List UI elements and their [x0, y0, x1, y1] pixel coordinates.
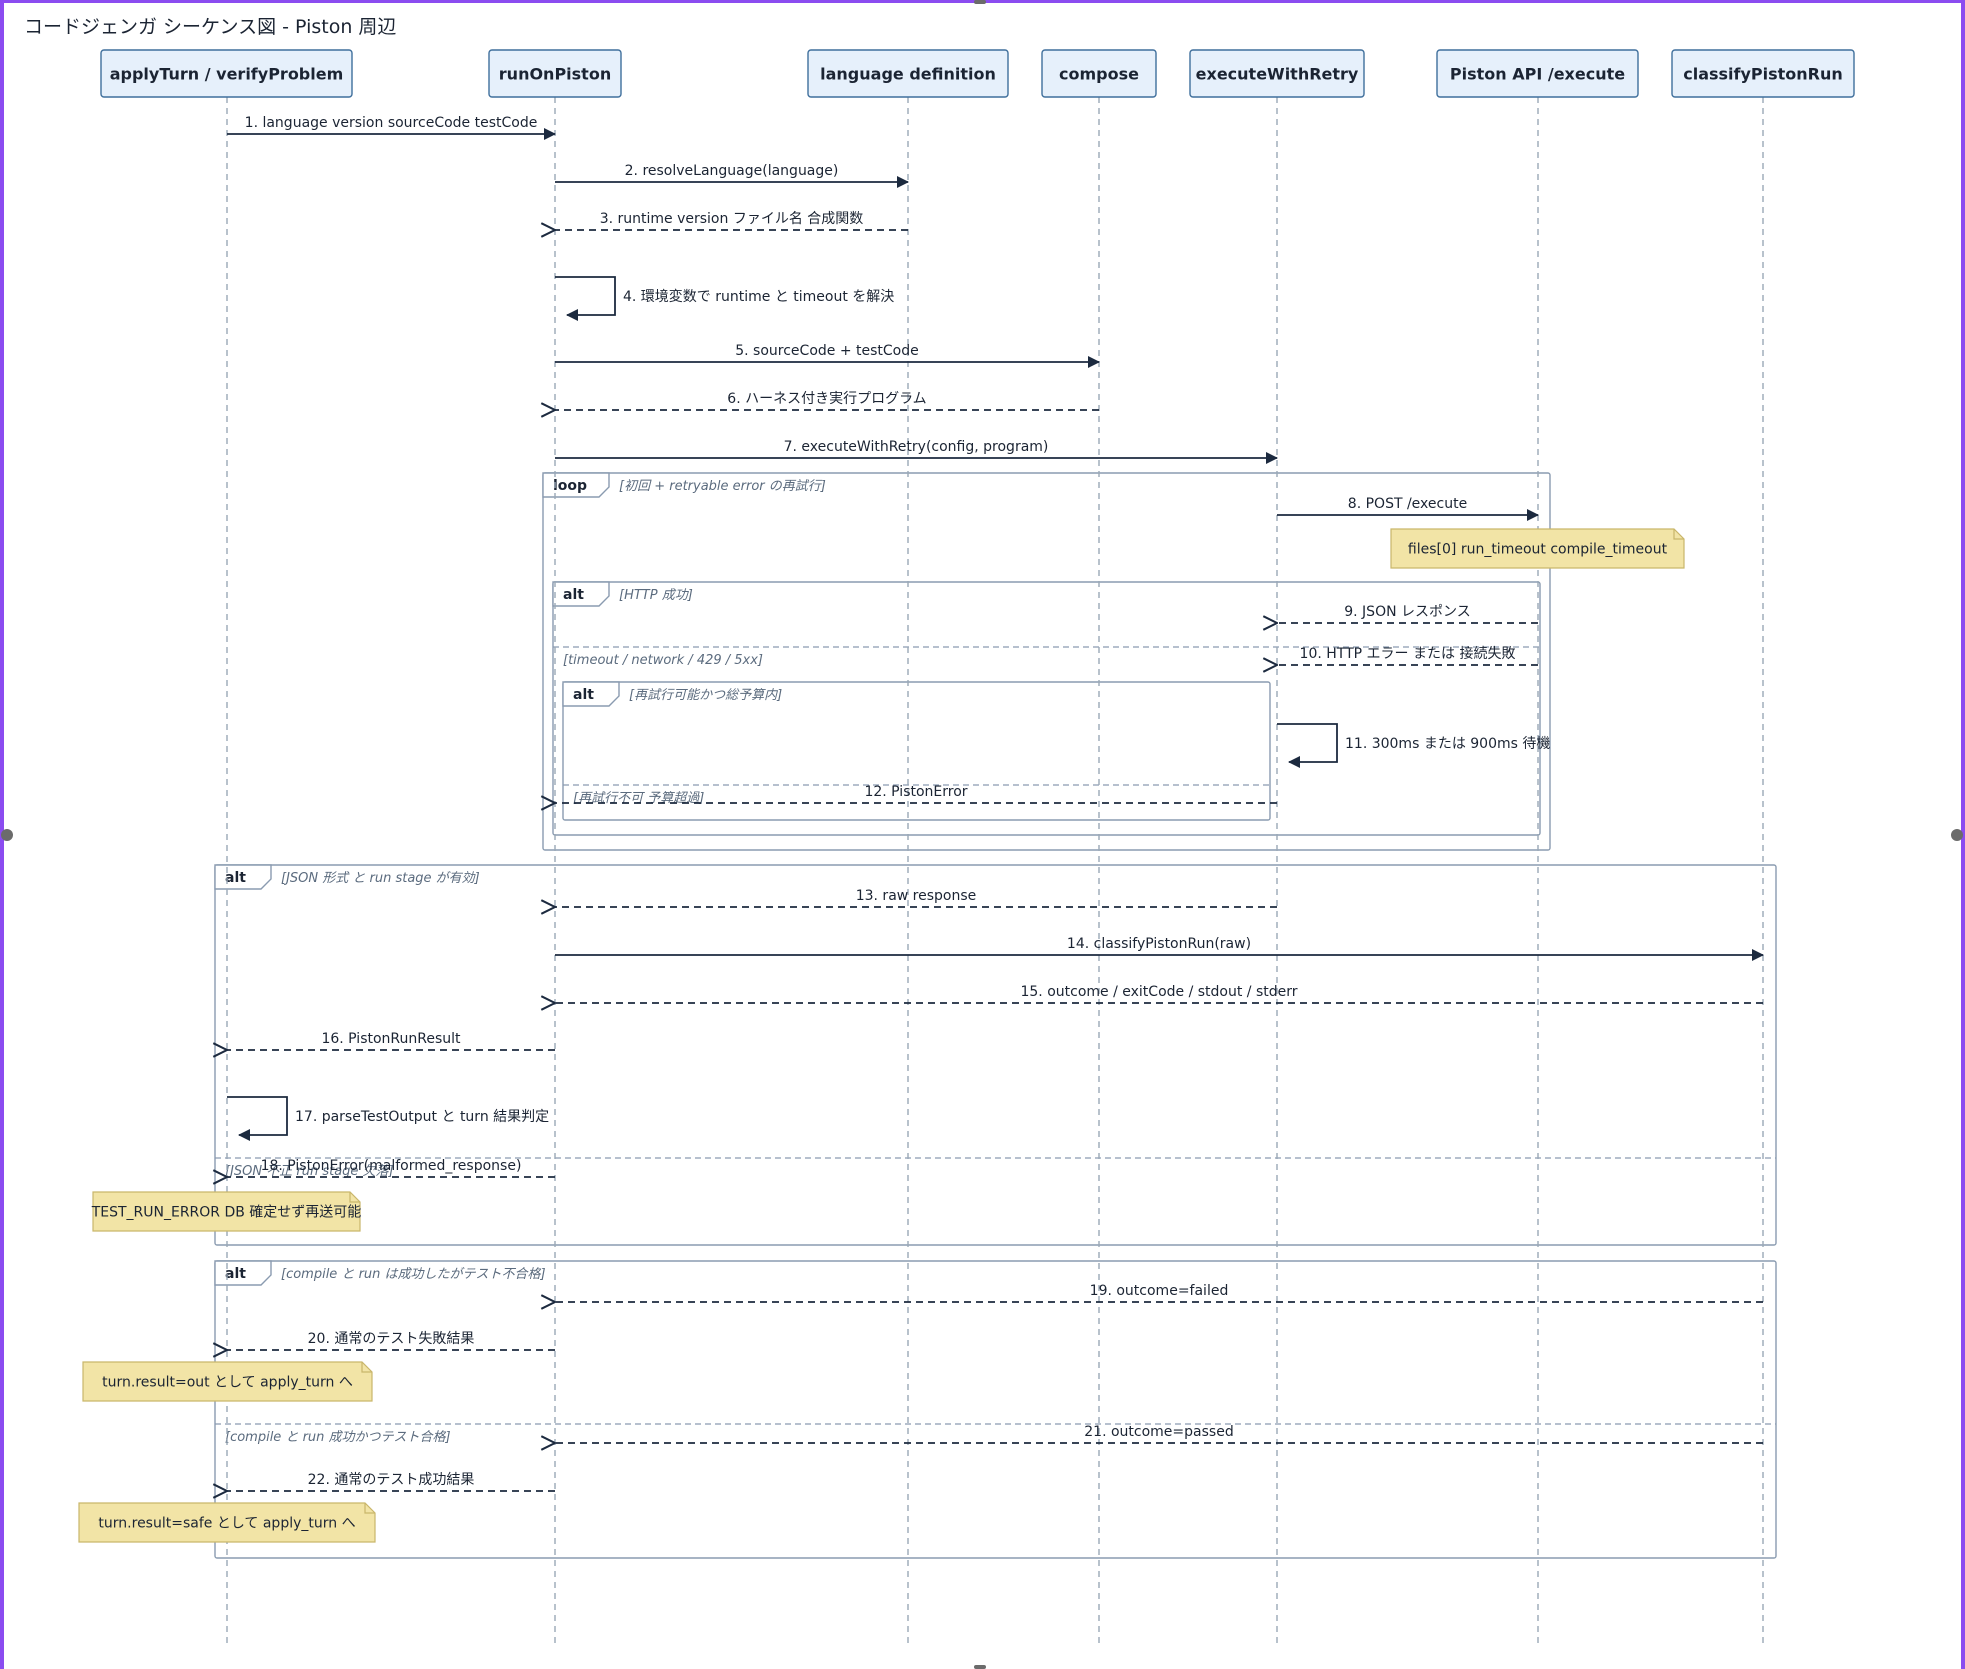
- message-10-label: 10. HTTP エラー または 接続失敗: [1300, 645, 1516, 662]
- message-14-label: 14. classifyPistonRun(raw): [1067, 936, 1251, 952]
- message-7-label: 7. executeWithRetry(config, program): [784, 439, 1049, 455]
- fragment-3-keyword: alt: [573, 687, 594, 703]
- message-1-label: 1. language version sourceCode testCode: [245, 115, 538, 131]
- message-11-arrow: [1277, 723, 1338, 768]
- resize-handle-right[interactable]: [1951, 829, 1963, 841]
- note-2-label: TEST_RUN_ERROR DB 確定せず再送可能: [91, 1205, 362, 1221]
- message-11-label: 11. 300ms または 900ms 待機: [1345, 736, 1550, 752]
- note-3: turn.result=out として apply_turn へ: [82, 1361, 373, 1402]
- fragment-4-border: [214, 864, 1777, 1246]
- fragment-2-guard: [HTTP 成功]: [619, 588, 693, 603]
- message-5: 5. sourceCode + testCode: [555, 343, 1100, 368]
- fragment-5-keyword: alt: [225, 1266, 246, 1282]
- participant-compose-label: compose: [1059, 65, 1139, 84]
- fragment-4-keyword: alt: [225, 870, 246, 886]
- fragment-1-keyword: loop: [553, 478, 587, 494]
- message-4-arrow: [555, 276, 616, 321]
- participant-classify-label: classifyPistonRun: [1683, 65, 1843, 84]
- message-21-label: 21. outcome=passed: [1084, 1424, 1233, 1440]
- message-20-label: 20. 通常のテスト失敗結果: [308, 1331, 475, 1347]
- message-8: 8. POST /execute: [1277, 496, 1539, 521]
- message-5-label: 5. sourceCode + testCode: [735, 343, 919, 359]
- message-11: 11. 300ms または 900ms 待機: [1277, 723, 1550, 768]
- message-17-arrow: [227, 1096, 288, 1141]
- message-3: 3. runtime version ファイル名 合成関数: [555, 211, 908, 230]
- message-6-label: 6. ハーネス付き実行プログラム: [727, 391, 926, 407]
- fragment-2-keyword: alt: [563, 587, 584, 603]
- message-12-label: 12. PistonError: [864, 784, 967, 800]
- message-18-label: 18. PistonError(malformed_response): [261, 1158, 522, 1174]
- message-16: 16. PistonRunResult: [227, 1031, 555, 1050]
- fragment-5-border: [214, 1260, 1777, 1559]
- message-17-label: 17. parseTestOutput と turn 結果判定: [295, 1109, 549, 1125]
- fragment-4-guard: [JSON 形式 と run stage が有効]: [281, 871, 480, 886]
- message-9-label: 9. JSON レスポンス: [1344, 604, 1471, 620]
- message-7: 7. executeWithRetry(config, program): [555, 439, 1278, 464]
- message-14: 14. classifyPistonRun(raw): [555, 936, 1764, 961]
- message-17: 17. parseTestOutput と turn 結果判定: [227, 1096, 549, 1141]
- message-4-label: 4. 環境変数で runtime と timeout を解決: [623, 288, 894, 305]
- message-4: 4. 環境変数で runtime と timeout を解決: [555, 276, 894, 321]
- message-10: 10. HTTP エラー または 接続失敗: [1277, 645, 1538, 665]
- sequence-diagram: loop [初回 + retryable error の再試行] alt [HTTP …: [1, 0, 1963, 1669]
- participant-apply-label: applyTurn / verifyProblem: [110, 65, 344, 84]
- resize-handle-top[interactable]: [974, 0, 986, 4]
- participant-run-label: runOnPiston: [499, 65, 611, 84]
- fragment-3-guard: [再試行可能かつ総予算内]: [629, 688, 782, 703]
- note-4: turn.result=safe として apply_turn へ: [78, 1502, 376, 1543]
- fragment-4-alt: alt [JSON 形式 と run stage が有効][JSON 不正 run…: [214, 864, 1777, 1246]
- note-1: files[0] run_timeout compile_timeout: [1390, 528, 1685, 569]
- message-20: 20. 通常のテスト失敗結果: [227, 1331, 555, 1350]
- participant-exec-label: executeWithRetry: [1196, 65, 1359, 84]
- note-4-label: turn.result=safe として apply_turn へ: [98, 1516, 355, 1532]
- message-8-label: 8. POST /execute: [1348, 496, 1467, 512]
- message-15: 15. outcome / exitCode / stdout / stderr: [555, 984, 1763, 1003]
- fragment-2-else-guard: [timeout / network / 429 / 5xx]: [563, 653, 763, 668]
- note-1-label: files[0] run_timeout compile_timeout: [1408, 542, 1668, 558]
- message-22-label: 22. 通常のテスト成功結果: [308, 1472, 475, 1488]
- message-13-label: 13. raw response: [856, 888, 977, 904]
- message-3-label: 3. runtime version ファイル名 合成関数: [600, 211, 864, 227]
- message-2-label: 2. resolveLanguage(language): [625, 163, 839, 179]
- fragment-5-else-guard: [compile と run 成功かつテスト合格]: [225, 1430, 451, 1445]
- message-13: 13. raw response: [555, 888, 1277, 907]
- message-9: 9. JSON レスポンス: [1277, 604, 1538, 623]
- message-21: 21. outcome=passed: [555, 1424, 1763, 1443]
- message-19-label: 19. outcome=failed: [1090, 1283, 1229, 1299]
- message-15-label: 15. outcome / exitCode / stdout / stderr: [1020, 984, 1297, 1000]
- message-6: 6. ハーネス付き実行プログラム: [555, 391, 1099, 410]
- note-2: TEST_RUN_ERROR DB 確定せず再送可能: [91, 1191, 362, 1232]
- note-3-label: turn.result=out として apply_turn へ: [102, 1375, 353, 1391]
- resize-handle-bottom[interactable]: [974, 1665, 986, 1669]
- fragment-1-guard: [初回 + retryable error の再試行]: [619, 479, 826, 494]
- message-2: 2. resolveLanguage(language): [555, 163, 909, 188]
- message-22: 22. 通常のテスト成功結果: [227, 1472, 555, 1491]
- resize-handle-left[interactable]: [1, 829, 13, 841]
- fragment-5-alt: alt [compile と run は成功したがテスト不合格] [compile …: [214, 1260, 1777, 1559]
- participant-api-label: Piston API /execute: [1450, 65, 1625, 84]
- participant-lang-label: language definition: [820, 65, 996, 84]
- message-1: 1. language version sourceCode testCode: [227, 115, 556, 140]
- message-16-label: 16. PistonRunResult: [321, 1031, 461, 1047]
- message-19: 19. outcome=failed: [555, 1283, 1763, 1302]
- fragment-5-guard: [compile と run は成功したがテスト不合格]: [281, 1267, 546, 1282]
